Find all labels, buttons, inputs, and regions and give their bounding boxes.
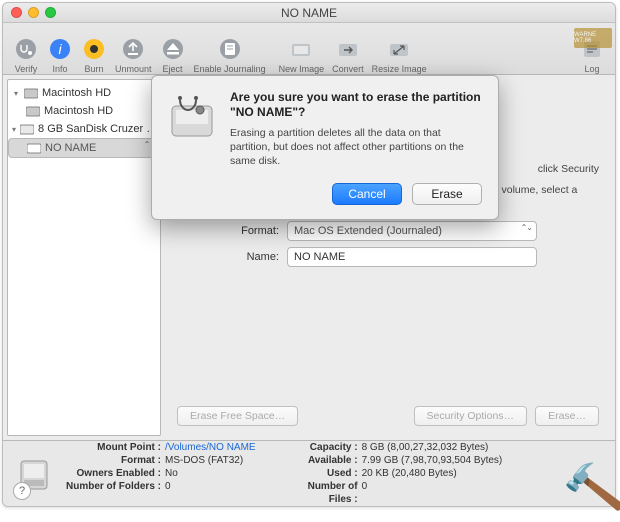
name-row: Name:: [177, 247, 599, 267]
name-label: Name:: [177, 251, 287, 263]
capacity-value: 8 GB (8,00,27,32,032 Bytes): [362, 441, 489, 454]
erase-free-space-button: Erase Free Space…: [177, 406, 298, 426]
new-image-button[interactable]: New Image: [275, 26, 329, 74]
log-label: Log: [584, 64, 599, 74]
sidebar-item-label: NO NAME: [45, 142, 96, 154]
mount-point-key: Mount Point :: [59, 441, 165, 454]
stethoscope-icon: [13, 36, 39, 62]
new-image-label: New Image: [279, 64, 325, 74]
dialog-text: Are you sure you want to erase the parti…: [230, 90, 482, 169]
volume-sidebar: ▾ Macintosh HD Macintosh HD ▾ 8 GB SanDi…: [7, 79, 161, 436]
available-key: Available :: [296, 454, 362, 467]
capacity-key: Capacity :: [296, 441, 362, 454]
info-footer: Mount Point :/Volumes/NO NAME Format :MS…: [3, 440, 615, 506]
sidebar-item-macintosh-hd-disk[interactable]: ▾ Macintosh HD: [8, 84, 160, 102]
panel-button-row: Erase Free Space… Security Options… Eras…: [177, 406, 599, 426]
burn-icon: [81, 36, 107, 62]
format-value: Mac OS Extended (Journaled): [294, 225, 442, 237]
sidebar-item-sandisk-disk[interactable]: ▾ 8 GB SanDisk Cruzer …: [8, 120, 160, 138]
name-input[interactable]: [287, 247, 537, 267]
toolbar: Verify i Info Burn Unmount Eject: [3, 23, 615, 75]
dialog-buttons: Cancel Erase: [166, 183, 482, 205]
titlebar: NO NAME: [3, 3, 615, 23]
enable-journaling-label: Enable Journaling: [194, 64, 266, 74]
format-key: Format :: [59, 454, 165, 467]
disk-utility-app-icon: [166, 90, 218, 142]
sidebar-item-label: 8 GB SanDisk Cruzer …: [38, 123, 157, 135]
footer-col-left: Mount Point :/Volumes/NO NAME Format :MS…: [59, 441, 256, 506]
cancel-button[interactable]: Cancel: [332, 183, 402, 205]
owners-key: Owners Enabled :: [59, 467, 165, 480]
dialog-body: Erasing a partition deletes all the data…: [230, 126, 482, 169]
files-value: 0: [362, 480, 368, 506]
resize-icon: [386, 36, 412, 62]
help-button[interactable]: ?: [13, 482, 31, 500]
owners-value: No: [165, 467, 178, 480]
mount-point-link[interactable]: /Volumes/NO NAME: [165, 441, 256, 454]
disclosure-triangle-icon[interactable]: ▾: [12, 125, 16, 134]
unmount-label: Unmount: [115, 64, 152, 74]
eject-button[interactable]: Eject: [156, 26, 190, 74]
burn-button[interactable]: Burn: [77, 26, 111, 74]
sidebar-item-macintosh-hd-volume[interactable]: Macintosh HD: [8, 102, 160, 120]
journal-icon: [217, 36, 243, 62]
convert-icon: [335, 36, 361, 62]
used-value: 20 KB (20,480 Bytes): [362, 467, 457, 480]
unmount-icon: [120, 36, 146, 62]
erase-confirm-button[interactable]: Erase: [412, 183, 482, 205]
format-label: Format:: [177, 225, 287, 237]
sidebar-item-label: Macintosh HD: [42, 87, 111, 99]
verify-label: Verify: [15, 64, 38, 74]
disk-utility-window: NO NAME Verify i Info Burn Unmount: [2, 2, 616, 507]
enable-journaling-button[interactable]: Enable Journaling: [190, 26, 270, 74]
footer-col-right: Capacity :8 GB (8,00,27,32,032 Bytes) Av…: [296, 441, 503, 506]
disclosure-triangle-icon[interactable]: ▾: [12, 89, 20, 98]
info-button[interactable]: i Info: [43, 26, 77, 74]
info-icon: i: [47, 36, 73, 62]
sidebar-item-label: Macintosh HD: [44, 105, 113, 117]
hdd-icon: [26, 105, 40, 117]
verify-button[interactable]: Verify: [9, 26, 43, 74]
folders-key: Number of Folders :: [59, 480, 165, 493]
usb-icon: [27, 142, 41, 154]
sidebar-item-no-name-volume[interactable]: NO NAME: [8, 138, 160, 158]
eject-label: Eject: [163, 64, 183, 74]
convert-button[interactable]: Convert: [328, 26, 368, 74]
erase-confirm-dialog: Are you sure you want to erase the parti…: [151, 75, 499, 220]
resize-image-label: Resize Image: [372, 64, 427, 74]
unmount-button[interactable]: Unmount: [111, 26, 156, 74]
eject-icon: [160, 36, 186, 62]
erase-button: Erase…: [535, 406, 599, 426]
log-icon: [579, 36, 605, 62]
folders-value: 0: [165, 480, 171, 493]
info-label: Info: [52, 64, 67, 74]
files-key: Number of Files :: [296, 480, 362, 506]
available-value: 7.99 GB (7,98,70,93,504 Bytes): [362, 454, 503, 467]
resize-image-button[interactable]: Resize Image: [368, 26, 431, 74]
format-value: MS-DOS (FAT32): [165, 454, 243, 467]
footer-columns: Mount Point :/Volumes/NO NAME Format :MS…: [59, 441, 605, 506]
window-title: NO NAME: [3, 6, 615, 20]
burn-label: Burn: [84, 64, 103, 74]
format-row: Format: Mac OS Extended (Journaled): [177, 221, 599, 241]
new-image-icon: [288, 36, 314, 62]
security-options-button: Security Options…: [414, 406, 528, 426]
dialog-title: Are you sure you want to erase the parti…: [230, 90, 482, 120]
convert-label: Convert: [332, 64, 364, 74]
used-key: Used :: [296, 467, 362, 480]
log-button[interactable]: Log: [575, 26, 609, 74]
format-select[interactable]: Mac OS Extended (Journaled): [287, 221, 537, 241]
hdd-icon: [24, 87, 38, 99]
usb-icon: [20, 123, 34, 135]
